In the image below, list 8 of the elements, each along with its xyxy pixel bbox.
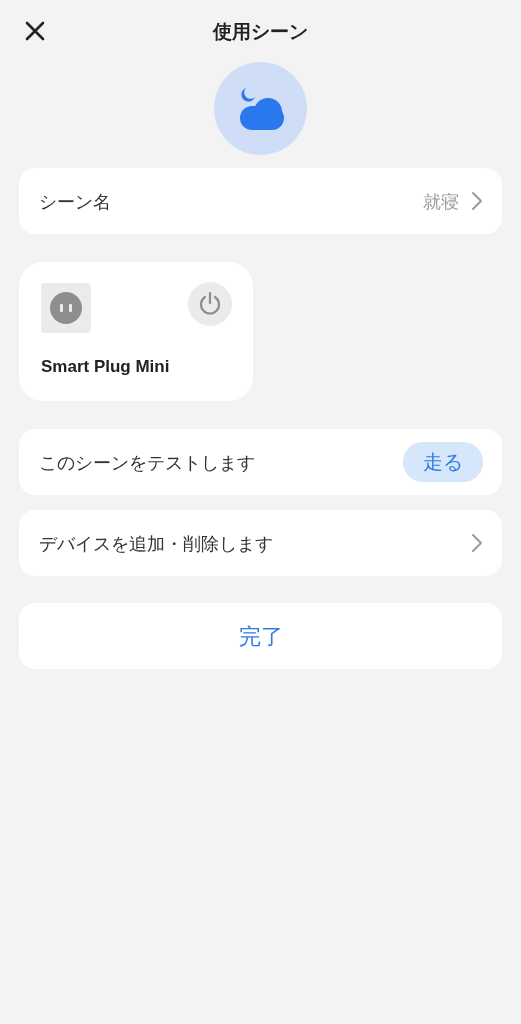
- device-name: Smart Plug Mini: [41, 356, 171, 378]
- scene-name-row[interactable]: シーン名 就寝: [19, 168, 502, 234]
- device-card[interactable]: Smart Plug Mini: [19, 262, 253, 401]
- done-button[interactable]: 完了: [19, 603, 502, 669]
- row-label: このシーンをテストします: [39, 450, 255, 475]
- scene-name-value: 就寝: [423, 189, 459, 214]
- page-title: 使用シーン: [213, 18, 308, 44]
- add-remove-devices-row[interactable]: デバイスを追加・削除します: [19, 510, 502, 576]
